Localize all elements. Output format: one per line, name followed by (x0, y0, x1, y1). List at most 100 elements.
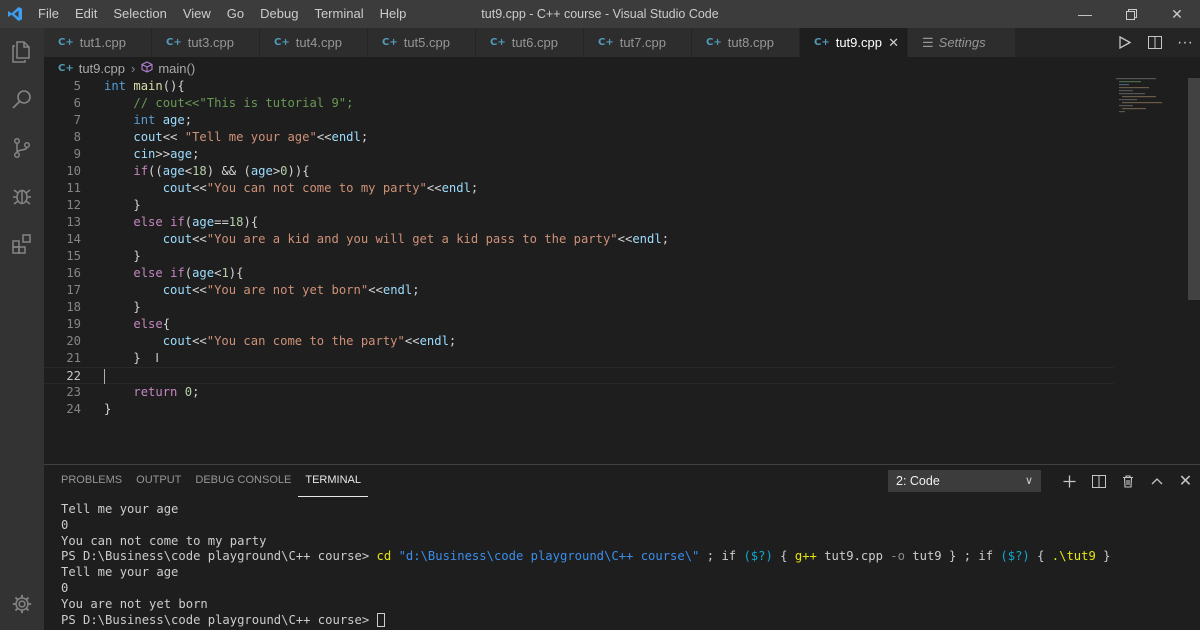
chevron-down-icon: ∨ (1024, 475, 1033, 487)
cpp-file-icon: C+ (274, 37, 290, 48)
code-line: 21 } Ⅰ (66, 351, 159, 365)
bottom-panel: PROBLEMS OUTPUT DEBUG CONSOLE TERMINAL 2… (44, 464, 1200, 630)
code-line: 20 cout<<"You can come to the party"<<en… (66, 334, 457, 348)
debug-icon[interactable] (0, 172, 44, 220)
cpp-file-icon: C+ (814, 37, 830, 48)
manage-gear-icon[interactable] (0, 580, 44, 628)
text-cursor-icon: Ⅰ (155, 351, 159, 365)
minimize-icon[interactable]: — (1062, 0, 1108, 28)
close-panel-icon[interactable]: ✕ (1171, 469, 1200, 493)
tab-tut6[interactable]: C+ tut6.cpp (476, 28, 584, 57)
code-line: 24} (66, 402, 112, 416)
terminal-line: Tell me your age (61, 502, 179, 516)
maximize-panel-icon[interactable] (1142, 469, 1171, 493)
code-line: 14 cout<<"You are a kid and you will get… (66, 232, 670, 246)
extensions-icon[interactable] (0, 220, 44, 268)
terminal-line: 0 (61, 517, 69, 532)
code-line: 12 } (66, 198, 141, 212)
window-controls: — ✕ (1062, 0, 1200, 28)
code-line-current: 22 (44, 367, 1114, 384)
terminal-cursor (376, 613, 385, 628)
tab-label: tut5.cpp (403, 35, 450, 50)
terminal-line: Tell me your age (61, 565, 179, 580)
breadcrumb: C+ tut9.cpp › main() (44, 57, 1200, 79)
breadcrumb-file[interactable]: tut9.cpp (79, 61, 125, 76)
cpp-file-icon: C+ (706, 37, 722, 48)
editor-actions: ··· (1110, 28, 1200, 57)
activity-bar (0, 28, 44, 630)
more-actions-icon[interactable]: ··· (1170, 34, 1200, 52)
title-bar: File Edit Selection View Go Debug Termin… (0, 0, 1200, 28)
cpp-file-icon: C+ (490, 37, 506, 48)
tab-label: tut8.cpp (727, 35, 774, 50)
tab-label: tut3.cpp (187, 35, 234, 50)
cpp-file-icon: C+ (382, 37, 398, 48)
chevron-right-icon: › (130, 60, 136, 76)
tab-terminal[interactable]: TERMINAL (298, 465, 368, 497)
code-line: 18 } (66, 300, 141, 314)
new-terminal-icon[interactable] (1055, 469, 1084, 493)
run-icon[interactable] (1110, 36, 1140, 49)
terminal-output[interactable]: Tell me your age 0 You can not come to m… (61, 502, 1111, 628)
tab-tut8[interactable]: C+ tut8.cpp (692, 28, 800, 57)
tab-label: tut1.cpp (79, 35, 126, 50)
terminal-command-line: PS D:\Business\code playground\C++ cours… (61, 549, 1111, 564)
menu-selection[interactable]: Selection (105, 0, 174, 28)
tab-tut4[interactable]: C+ tut4.cpp (260, 28, 368, 57)
tab-tut7[interactable]: C+ tut7.cpp (584, 28, 692, 57)
tab-label: tut9.cpp (835, 35, 882, 50)
menu-terminal[interactable]: Terminal (306, 0, 371, 28)
tab-tut1[interactable]: C+ tut1.cpp (44, 28, 152, 57)
code-line: 8 cout<< "Tell me your age"<<endl; (73, 130, 369, 144)
minimap[interactable] (1116, 78, 1186, 118)
settings-list-icon: ☰ (922, 34, 934, 50)
tab-label: tut6.cpp (511, 35, 558, 50)
tab-tut5[interactable]: C+ tut5.cpp (368, 28, 476, 57)
menu-edit[interactable]: Edit (67, 0, 105, 28)
close-tab-icon[interactable]: ✕ (888, 35, 899, 51)
scrollbar-thumb[interactable] (1188, 78, 1200, 300)
menu-bar: File Edit Selection View Go Debug Termin… (30, 0, 414, 28)
code-line: 16 else if(age<1){ (66, 266, 244, 280)
code-editor[interactable]: 5 int main(){ 6 // cout<<"This is tutoria… (44, 78, 1200, 464)
close-window-icon[interactable]: ✕ (1154, 0, 1200, 28)
code-line: 17 cout<<"You are not yet born"<<endl; (66, 283, 420, 297)
terminal-line: You can not come to my party (61, 533, 267, 548)
trash-icon[interactable] (1113, 469, 1142, 493)
menu-file[interactable]: File (30, 0, 67, 28)
vscode-logo-icon (0, 0, 30, 28)
menu-help[interactable]: Help (372, 0, 415, 28)
code-line: 6 // cout<<"This is tutorial 9"; (73, 96, 354, 110)
restore-icon[interactable] (1108, 0, 1154, 28)
cpp-file-icon: C+ (58, 62, 74, 74)
editor-scrollbar[interactable] (1186, 78, 1200, 464)
tab-tut9[interactable]: C+ tut9.cpp ✕ (800, 28, 908, 57)
source-control-icon[interactable] (0, 124, 44, 172)
terminal-select[interactable]: 2: Code ∨ (888, 470, 1041, 492)
terminal-line: 0 (61, 580, 69, 595)
tab-label: tut7.cpp (619, 35, 666, 50)
menu-debug[interactable]: Debug (252, 0, 306, 28)
search-icon[interactable] (0, 76, 44, 124)
terminal-prompt-line: PS D:\Business\code playground\C++ cours… (61, 613, 1111, 629)
code-line: 5 int main(){ (73, 79, 185, 93)
tab-settings[interactable]: ☰ Settings (908, 28, 1016, 57)
symbol-method-icon (141, 60, 153, 76)
menu-go[interactable]: Go (219, 0, 252, 28)
menu-view[interactable]: View (175, 0, 219, 28)
breadcrumb-symbol[interactable]: main() (158, 61, 195, 76)
code-line: 7 int age; (73, 113, 193, 127)
code-line: 13 else if(age==18){ (66, 215, 259, 229)
editor-tabs: C+ tut1.cpp C+ tut3.cpp C+ tut4.cpp C+ tut5.… (44, 28, 1200, 57)
split-editor-icon[interactable] (1140, 36, 1170, 49)
tab-label: tut4.cpp (295, 35, 342, 50)
terminal-select-value: 2: Code (896, 474, 940, 488)
code-line: 10 if((age<18) && (age>0)){ (66, 164, 310, 178)
tab-tut3[interactable]: C+ tut3.cpp (152, 28, 260, 57)
tab-debug-console[interactable]: DEBUG CONSOLE (188, 465, 298, 497)
split-terminal-icon[interactable] (1084, 469, 1113, 493)
explorer-icon[interactable] (0, 28, 44, 76)
tab-problems[interactable]: PROBLEMS (54, 465, 129, 497)
cpp-file-icon: C+ (58, 37, 74, 48)
tab-output[interactable]: OUTPUT (129, 465, 188, 497)
